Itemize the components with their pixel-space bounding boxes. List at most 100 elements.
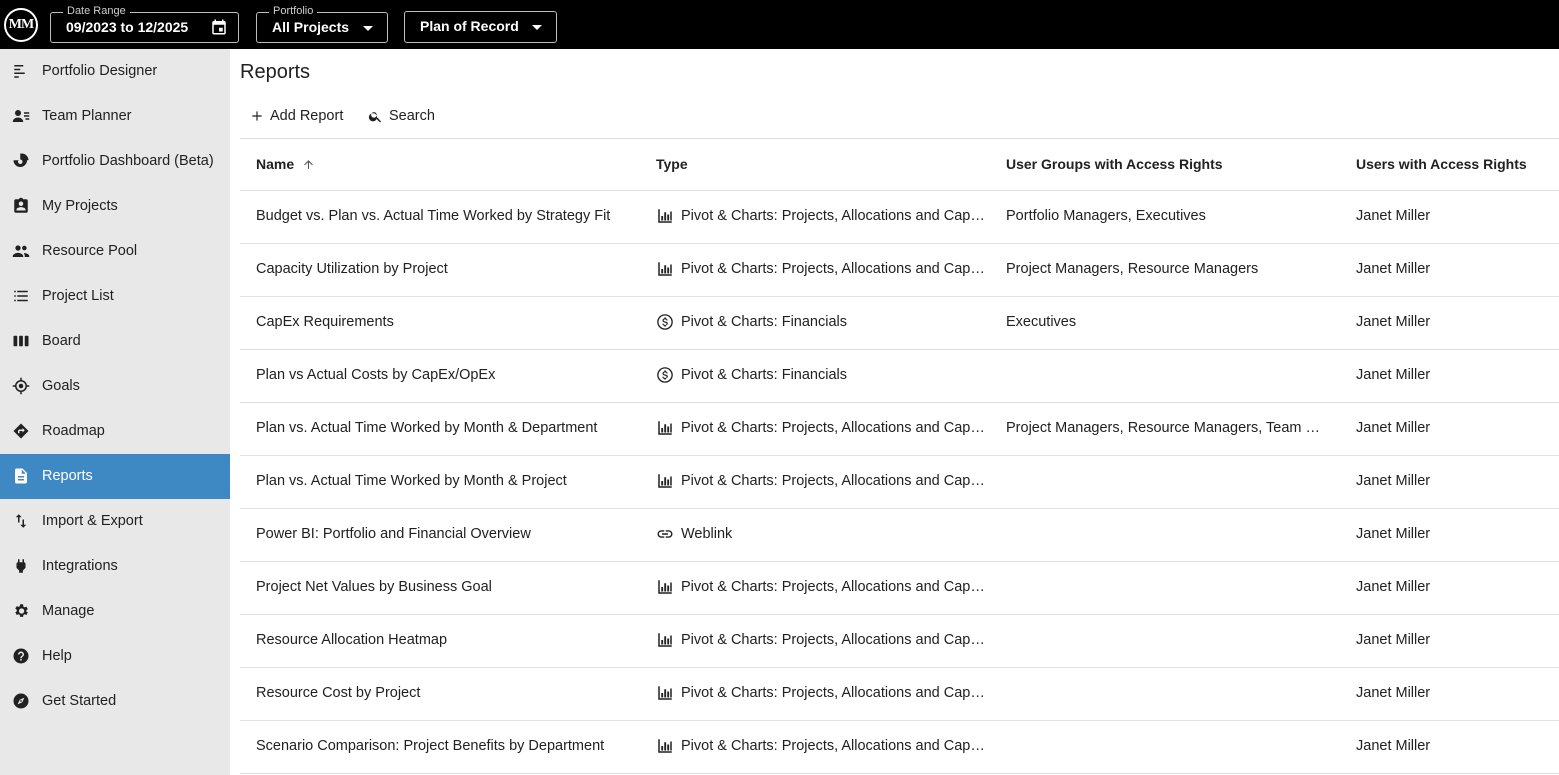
sidebar-item-label: Board bbox=[42, 333, 81, 349]
table-row[interactable]: Resource Allocation Heatmap Pivot & Chart… bbox=[240, 615, 1559, 668]
sidebar-item-reports[interactable]: Reports bbox=[0, 454, 230, 499]
report-name[interactable]: Plan vs. Actual Time Worked by Month & P… bbox=[256, 473, 636, 489]
scenario-value: Plan of Record bbox=[420, 18, 519, 34]
bar-chart-icon bbox=[658, 686, 672, 700]
report-name[interactable]: Scenario Comparison: Project Benefits by… bbox=[256, 738, 636, 754]
sidebar-item-manage[interactable]: Manage bbox=[0, 589, 230, 634]
sidebar-item-project-list[interactable]: Project List bbox=[0, 274, 230, 319]
sidebar-item-label: Reports bbox=[42, 468, 93, 484]
table-row[interactable]: Power BI: Portfolio and Financial Overvi… bbox=[240, 509, 1559, 562]
sidebar-item-label: Get Started bbox=[42, 693, 117, 709]
list-icon bbox=[14, 290, 28, 302]
table-body: Budget vs. Plan vs. Actual Time Worked b… bbox=[240, 191, 1559, 774]
report-name[interactable]: Resource Cost by Project bbox=[256, 685, 636, 701]
report-type: Pivot & Charts: Projects, Allocations an… bbox=[656, 207, 986, 225]
bar-chart-icon bbox=[658, 262, 672, 276]
report-name[interactable]: Budget vs. Plan vs. Actual Time Worked b… bbox=[256, 208, 636, 224]
report-type-label: Pivot & Charts: Projects, Allocations an… bbox=[681, 579, 986, 595]
report-type: Pivot & Charts: Projects, Allocations an… bbox=[656, 578, 986, 596]
link-icon bbox=[657, 530, 673, 538]
column-header-users[interactable]: Users with Access Rights bbox=[1356, 156, 1527, 172]
column-header-type[interactable]: Type bbox=[656, 156, 688, 172]
gear-icon bbox=[15, 604, 28, 617]
document-icon bbox=[15, 468, 27, 484]
table-row[interactable]: Budget vs. Plan vs. Actual Time Worked b… bbox=[240, 191, 1559, 244]
sidebar-item-roadmap[interactable]: Roadmap bbox=[0, 409, 230, 454]
column-header-groups[interactable]: User Groups with Access Rights bbox=[1006, 156, 1223, 172]
report-name[interactable]: Plan vs Actual Costs by CapEx/OpEx bbox=[256, 367, 636, 383]
report-users: Janet Miller bbox=[1356, 261, 1431, 277]
report-users: Janet Miller bbox=[1356, 632, 1431, 648]
sidebar: Portfolio Designer Team Planner Portfoli… bbox=[0, 49, 230, 775]
portfolio-legend: Portfolio bbox=[269, 4, 318, 18]
report-users: Janet Miller bbox=[1356, 208, 1431, 224]
plus-icon bbox=[252, 111, 262, 121]
date-range-field[interactable]: Date Range 09/2023 to 12/2025 bbox=[50, 4, 239, 43]
help-icon bbox=[13, 648, 29, 664]
sidebar-item-resource-pool[interactable]: Resource Pool bbox=[0, 229, 230, 274]
report-name[interactable]: CapEx Requirements bbox=[256, 314, 636, 330]
report-user-groups: Portfolio Managers, Executives bbox=[1006, 208, 1206, 224]
report-type-label: Pivot & Charts: Projects, Allocations an… bbox=[681, 685, 986, 701]
report-name[interactable]: Project Net Values by Business Goal bbox=[256, 579, 636, 595]
report-users: Janet Miller bbox=[1356, 526, 1431, 542]
table-row[interactable]: Plan vs. Actual Time Worked by Month & P… bbox=[240, 456, 1559, 509]
people-icon bbox=[12, 245, 30, 257]
table-row[interactable]: Plan vs Actual Costs by CapEx/OpEx Pivot … bbox=[240, 350, 1559, 403]
report-type-label: Weblink bbox=[681, 526, 733, 542]
bar-chart-icon bbox=[658, 633, 672, 647]
sidebar-item-integrations[interactable]: Integrations bbox=[0, 544, 230, 589]
report-name[interactable]: Resource Allocation Heatmap bbox=[256, 632, 636, 648]
report-type: Pivot & Charts: Financials bbox=[656, 366, 986, 384]
report-type-label: Pivot & Charts: Projects, Allocations an… bbox=[681, 738, 986, 754]
sidebar-item-label: Resource Pool bbox=[42, 243, 138, 259]
report-user-groups: Project Managers, Resource Managers, Tea… bbox=[1006, 420, 1330, 436]
sidebar-item-portfolio-dashboard[interactable]: Portfolio Dashboard (Beta) bbox=[0, 139, 230, 184]
sidebar-item-get-started[interactable]: Get Started bbox=[0, 679, 230, 724]
portfolio-select[interactable]: Portfolio All Projects bbox=[256, 4, 388, 43]
sidebar-item-board[interactable]: Board bbox=[0, 319, 230, 364]
report-name[interactable]: Capacity Utilization by Project bbox=[256, 261, 636, 277]
report-type-label: Pivot & Charts: Financials bbox=[681, 367, 848, 383]
scenario-select[interactable]: Plan of Record bbox=[404, 11, 557, 43]
sidebar-item-portfolio-designer[interactable]: Portfolio Designer bbox=[0, 49, 230, 94]
report-user-groups: Executives bbox=[1006, 314, 1077, 330]
report-type: Pivot & Charts: Projects, Allocations an… bbox=[656, 260, 986, 278]
add-report-button[interactable]: Add Report bbox=[250, 106, 343, 126]
chevron-down-icon bbox=[363, 26, 373, 31]
table-row[interactable]: Scenario Comparison: Project Benefits by… bbox=[240, 721, 1559, 774]
table-row[interactable]: Capacity Utilization by Project Pivot & C… bbox=[240, 244, 1559, 297]
report-name[interactable]: Power BI: Portfolio and Financial Overvi… bbox=[256, 526, 636, 542]
report-type: Pivot & Charts: Projects, Allocations an… bbox=[656, 472, 986, 490]
sidebar-item-help[interactable]: Help bbox=[0, 634, 230, 679]
sidebar-item-team-planner[interactable]: Team Planner bbox=[0, 94, 230, 139]
team-planner-icon bbox=[12, 110, 30, 122]
sidebar-item-import-export[interactable]: Import & Export bbox=[0, 499, 230, 544]
report-type-label: Pivot & Charts: Projects, Allocations an… bbox=[681, 632, 986, 648]
table-row[interactable]: Resource Cost by Project Pivot & Charts: … bbox=[240, 668, 1559, 721]
report-type: Weblink bbox=[656, 525, 986, 543]
report-type-label: Pivot & Charts: Projects, Allocations an… bbox=[681, 473, 986, 489]
bar-chart-icon bbox=[658, 421, 672, 435]
report-users: Janet Miller bbox=[1356, 367, 1431, 383]
bar-chart-icon bbox=[658, 474, 672, 488]
bar-chart-icon bbox=[658, 580, 672, 594]
report-type: Pivot & Charts: Projects, Allocations an… bbox=[656, 419, 986, 437]
column-header-name[interactable]: Name bbox=[256, 156, 315, 172]
report-type: Pivot & Charts: Projects, Allocations an… bbox=[656, 737, 986, 755]
plug-icon bbox=[16, 559, 26, 573]
calendar-icon[interactable] bbox=[210, 18, 228, 36]
report-users: Janet Miller bbox=[1356, 738, 1431, 754]
table-row[interactable]: CapEx Requirements Pivot & Charts: Financ… bbox=[240, 297, 1559, 350]
sidebar-item-label: Integrations bbox=[42, 558, 118, 574]
sort-ascending-icon[interactable] bbox=[302, 158, 315, 171]
table-row[interactable]: Project Net Values by Business Goal Pivot… bbox=[240, 562, 1559, 615]
report-type: Pivot & Charts: Projects, Allocations an… bbox=[656, 631, 986, 649]
table-row[interactable]: Plan vs. Actual Time Worked by Month & D… bbox=[240, 403, 1559, 456]
sidebar-item-goals[interactable]: Goals bbox=[0, 364, 230, 409]
report-name[interactable]: Plan vs. Actual Time Worked by Month & D… bbox=[256, 420, 636, 436]
search-button[interactable]: Search bbox=[368, 106, 435, 126]
sidebar-item-label: Portfolio Dashboard (Beta) bbox=[42, 153, 214, 169]
sidebar-item-my-projects[interactable]: My Projects bbox=[0, 184, 230, 229]
app-logo[interactable]: MM bbox=[4, 8, 38, 42]
